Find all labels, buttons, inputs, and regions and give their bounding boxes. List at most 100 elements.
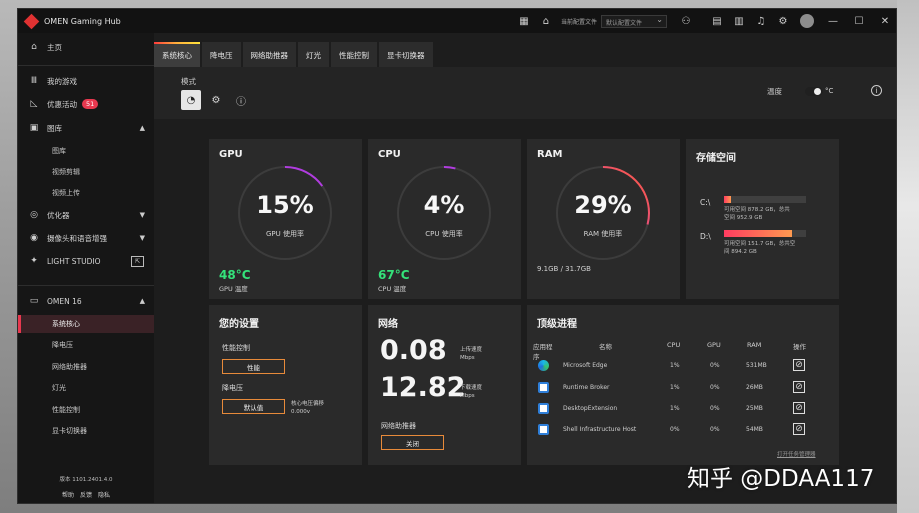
- drive-space-text: 空间 952.9 GB: [724, 215, 763, 221]
- end-process-button[interactable]: ⊘: [793, 423, 805, 435]
- network-booster-button[interactable]: 关闭: [381, 435, 444, 450]
- gpu-card: GPU 15% GPU 使用率 48°C GPU 温度: [209, 139, 362, 299]
- tab-performance[interactable]: 性能控制: [331, 42, 377, 67]
- cpu-temperature: 67°C: [378, 268, 410, 282]
- config-select[interactable]: 默认配置文件: [601, 14, 667, 28]
- gear-icon[interactable]: ⚙: [775, 13, 791, 29]
- avatar[interactable]: [800, 14, 814, 28]
- sidebar-subitem-network-booster[interactable]: 网络助推器: [18, 358, 154, 376]
- sidebar-subitem-gpu-switcher[interactable]: 显卡切换器: [18, 422, 154, 440]
- sidebar-subitem-upload[interactable]: 视频上传: [18, 184, 154, 202]
- end-process-button[interactable]: ⊘: [793, 402, 805, 414]
- chevron-up-icon: ▲: [139, 297, 145, 305]
- chevron-down-icon: ▼: [139, 234, 145, 242]
- ram-usage-amount: 9.1GB / 31.7GB: [537, 265, 591, 273]
- drive-usage-fill: [724, 196, 731, 203]
- version-text: 版本 1101.2401.4.0: [59, 477, 113, 483]
- drive-usage-bar: [724, 230, 806, 237]
- drive-space-text: 可用空间 878.2 GB，总共: [724, 207, 790, 213]
- sidebar-item-gallery[interactable]: ▣ 图库 ▲: [18, 118, 154, 138]
- info-mode-button[interactable]: ⓘ: [231, 90, 251, 110]
- sidebar: ⌂ 主页 Ⅲ 我的游戏 ◺ 优惠活动 51 ▣ 图库 ▲ 图库 视频剪辑 视频上…: [18, 33, 154, 503]
- cpu-usage-label: CPU 使用率: [425, 230, 463, 238]
- window-title: OMEN Gaming Hub: [44, 16, 121, 26]
- process-cpu: 1%: [670, 405, 680, 412]
- storage-card: 存储空间 C:\ 可用空间 878.2 GB，总共 空间 952.9 GB D:…: [686, 139, 839, 299]
- temperature-unit-toggle[interactable]: [805, 87, 823, 96]
- process-name: Runtime Broker: [563, 384, 610, 391]
- tab-system-core[interactable]: 系统核心: [154, 42, 200, 67]
- close-button[interactable]: ✕: [872, 9, 896, 33]
- sidebar-item-label: OMEN 16: [47, 296, 82, 306]
- library-icon[interactable]: ▦: [516, 13, 532, 29]
- voltage-offset-value: 0.000v: [291, 409, 311, 415]
- desktop-edge: [897, 0, 919, 513]
- omen-logo-icon: [23, 13, 40, 29]
- header-name: 名称: [599, 343, 612, 351]
- sidebar-subitem-gallery[interactable]: 图库: [18, 142, 154, 160]
- chevron-up-icon: ▲: [139, 124, 145, 132]
- sidebar-item-label: 我的游戏: [47, 76, 77, 86]
- gpu-usage-label: GPU 使用率: [266, 230, 304, 238]
- process-cpu: 1%: [670, 362, 680, 369]
- sidebar-item-offers[interactable]: ◺ 优惠活动 51: [18, 94, 154, 114]
- process-cpu: 0%: [670, 426, 680, 433]
- tab-network-booster[interactable]: 网络助推器: [242, 42, 296, 67]
- library-icon: Ⅲ: [30, 76, 38, 86]
- sidebar-item-label: 优惠活动: [47, 99, 77, 109]
- sidebar-item-label: 主页: [47, 42, 62, 52]
- cpu-temperature-label: CPU 温度: [378, 285, 407, 293]
- controller-icon[interactable]: ⚇: [678, 13, 694, 29]
- process-ram: 54MB: [746, 426, 763, 433]
- end-process-button[interactable]: ⊘: [793, 359, 805, 371]
- process-name: Microsoft Edge: [563, 362, 608, 369]
- sidebar-footer: 帮助 反馈 隐私: [18, 490, 154, 499]
- process-gpu: 0%: [710, 384, 720, 391]
- sidebar-item-optimizer[interactable]: ◎ 优化器 ▼: [18, 205, 154, 225]
- ram-usage-label: RAM 使用率: [583, 230, 623, 238]
- sidebar-subitem-lighting[interactable]: 灯光: [18, 379, 154, 397]
- sidebar-subitem-system-core[interactable]: 系统核心: [18, 315, 154, 333]
- monitor-icon[interactable]: ▤: [709, 13, 725, 29]
- process-gpu: 0%: [710, 426, 720, 433]
- sidebar-item-device[interactable]: ▭ OMEN 16 ▲: [18, 291, 154, 311]
- sidebar-item-games[interactable]: Ⅲ 我的游戏: [18, 71, 154, 91]
- network-booster-label: 网络助推器: [381, 422, 416, 430]
- maximize-button[interactable]: ☐: [846, 9, 872, 33]
- feedback-link[interactable]: 反馈: [80, 490, 92, 499]
- message-icon[interactable]: ▥: [731, 13, 747, 29]
- gauge-mode-button[interactable]: ◔: [181, 90, 201, 110]
- sidebar-subitem-clips[interactable]: 视频剪辑: [18, 163, 154, 181]
- sidebar-item-label: 摄像头和语音增强: [47, 233, 107, 243]
- minimize-button[interactable]: —: [820, 9, 846, 33]
- cpu-title: CPU: [378, 149, 401, 160]
- app-window-icon: [538, 424, 549, 435]
- undervolt-label: 降电压: [222, 384, 243, 392]
- config-label: 当前配置文件: [560, 18, 597, 26]
- ram-title: RAM: [537, 149, 563, 160]
- end-process-button[interactable]: ⊘: [793, 381, 805, 393]
- info-icon[interactable]: i: [871, 85, 882, 96]
- sidebar-subitem-performance[interactable]: 性能控制: [18, 401, 154, 419]
- undervolt-button[interactable]: 默认值: [222, 399, 285, 414]
- privacy-link[interactable]: 隐私: [98, 490, 110, 499]
- sidebar-item-light-studio[interactable]: ✦ LIGHT STUDIO ⇱: [18, 251, 154, 271]
- sidebar-item-home[interactable]: ⌂ 主页: [18, 37, 154, 57]
- performance-label: 性能控制: [222, 344, 250, 352]
- tab-gpu-switcher[interactable]: 显卡切换器: [379, 42, 433, 67]
- gauge-gear-mode-button[interactable]: ⚙: [206, 90, 226, 110]
- table-row: Runtime Broker 1% 0% 26MB ⊘: [527, 378, 840, 399]
- drive-usage-bar: [724, 196, 806, 203]
- sidebar-item-camera[interactable]: ◉ 摄像头和语音增强 ▼: [18, 228, 154, 248]
- upload-label: 上传速度: [460, 347, 483, 353]
- help-link[interactable]: 帮助: [62, 490, 74, 499]
- tab-undervolt[interactable]: 降电压: [202, 42, 241, 67]
- mode-bar: 模式 ◔ ⚙ ⓘ 温度 °C i: [154, 67, 896, 119]
- task-manager-link[interactable]: 打开任务管理器: [777, 450, 816, 458]
- performance-button[interactable]: 性能: [222, 359, 285, 374]
- sidebar-subitem-undervolt[interactable]: 降电压: [18, 336, 154, 354]
- home-icon[interactable]: ⌂: [538, 13, 554, 29]
- tab-lighting[interactable]: 灯光: [298, 42, 329, 67]
- external-icon: ⇱: [131, 255, 144, 267]
- bell-icon[interactable]: ♫: [753, 13, 769, 29]
